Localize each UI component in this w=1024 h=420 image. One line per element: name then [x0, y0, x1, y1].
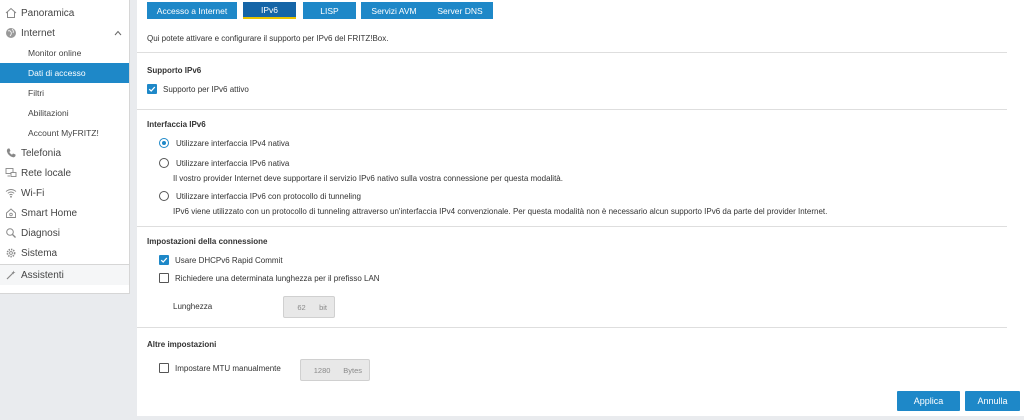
search-icon	[4, 226, 18, 240]
wifi-icon	[4, 186, 18, 200]
sidebar-item-label: Wi-Fi	[21, 187, 45, 199]
interface-ipv6-radio[interactable]	[159, 158, 169, 168]
smart-home-icon	[4, 206, 18, 220]
tab-bar: Accesso a Internet IPv6 LISP Servizi AVM…	[137, 0, 1024, 21]
ipv6-support-checkbox[interactable]	[147, 84, 157, 94]
sidebar-item-assistenti[interactable]: Assistenti	[0, 264, 129, 285]
section-title-support: Supporto IPv6	[147, 66, 202, 75]
prefix-length-row[interactable]: Richiedere una determinata lunghezza per…	[159, 273, 380, 283]
sidebar-subitem-abilitazioni[interactable]: Abilitazioni	[0, 103, 129, 123]
sidebar-subitem-account-myfritz[interactable]: Account MyFRITZ!	[0, 123, 129, 143]
interface-option-label: Utilizzare interfaccia IPv6 con protocol…	[176, 191, 361, 201]
sidebar-item-rete-locale[interactable]: Rete locale	[0, 163, 129, 183]
sidebar-item-label: Assistenti	[21, 269, 64, 281]
interface-option-description: IPv6 viene utilizzato con un protocollo …	[173, 207, 828, 216]
sidebar-item-label: Diagnosi	[21, 227, 60, 239]
prefix-length-checkbox[interactable]	[159, 273, 169, 283]
divider	[137, 109, 1007, 110]
tab-servizi-avm[interactable]: Servizi AVM	[361, 2, 427, 19]
divider	[137, 327, 1007, 328]
sidebar: Panoramica Internet Monitor online Dati …	[0, 0, 130, 294]
check-icon	[160, 257, 168, 263]
divider	[137, 52, 1007, 53]
prefix-length-label: Richiedere una determinata lunghezza per…	[175, 273, 380, 283]
cancel-button[interactable]: Annulla	[965, 391, 1020, 411]
interface-option-label: Utilizzare interfaccia IPv6 nativa	[176, 158, 290, 168]
sidebar-item-label: Panoramica	[21, 7, 75, 19]
sidebar-subitem-monitor-online[interactable]: Monitor online	[0, 43, 129, 63]
mtu-label: Impostare MTU manualmente	[175, 363, 281, 373]
length-label: Lunghezza	[173, 302, 213, 311]
sidebar-item-wifi[interactable]: Wi-Fi	[0, 183, 129, 203]
interface-option-tunnel[interactable]: Utilizzare interfaccia IPv6 con protocol…	[159, 191, 361, 201]
mtu-input[interactable]: 1280 Bytes	[300, 359, 370, 381]
interface-tunnel-radio[interactable]	[159, 191, 169, 201]
check-icon	[148, 86, 156, 92]
apply-button[interactable]: Applica	[897, 391, 960, 411]
ipv6-support-label: Supporto per IPv6 attivo	[163, 84, 249, 94]
interface-option-label: Utilizzare interfaccia IPv4 nativa	[176, 138, 290, 148]
section-title-other: Altre impostazioni	[147, 340, 217, 349]
tab-accesso-a-internet[interactable]: Accesso a Internet	[147, 2, 237, 19]
sidebar-item-diagnosi[interactable]: Diagnosi	[0, 223, 129, 243]
sidebar-item-label: Rete locale	[21, 167, 72, 179]
sidebar-item-label: Sistema	[21, 247, 58, 259]
mtu-unit: Bytes	[343, 365, 362, 375]
section-title-connection: Impostazioni della connessione	[147, 237, 268, 246]
sidebar-item-internet[interactable]: Internet	[0, 23, 129, 43]
sidebar-item-label: Internet	[21, 27, 55, 39]
tab-ipv6[interactable]: IPv6	[243, 2, 296, 19]
length-input[interactable]: 62 bit	[283, 296, 335, 318]
interface-option-ipv6[interactable]: Utilizzare interfaccia IPv6 nativa	[159, 158, 289, 168]
interface-option-description: Il vostro provider Internet deve support…	[173, 174, 563, 183]
ipv6-support-row[interactable]: Supporto per IPv6 attivo	[147, 84, 249, 94]
chevron-up-icon[interactable]	[113, 28, 123, 38]
interface-ipv4-radio[interactable]	[159, 138, 169, 148]
mtu-checkbox[interactable]	[159, 363, 169, 373]
sidebar-item-smart-home[interactable]: Smart Home	[0, 203, 129, 223]
interface-option-ipv4[interactable]: Utilizzare interfaccia IPv4 nativa	[159, 138, 289, 148]
mtu-row[interactable]: Impostare MTU manualmente	[159, 363, 281, 373]
dhcpv6-label: Usare DHCPv6 Rapid Commit	[175, 255, 283, 265]
sidebar-item-panoramica[interactable]: Panoramica	[0, 3, 129, 23]
tab-server-dns[interactable]: Server DNS	[427, 2, 493, 19]
sidebar-subitem-dati-di-accesso[interactable]: Dati di accesso	[0, 63, 129, 83]
network-icon	[4, 166, 18, 180]
dhcpv6-checkbox[interactable]	[159, 255, 169, 265]
sidebar-item-label: Smart Home	[21, 207, 78, 219]
gear-icon	[4, 246, 18, 260]
length-value: 62	[297, 302, 306, 312]
tab-lisp[interactable]: LISP	[303, 2, 356, 19]
section-title-interface: Interfaccia IPv6	[147, 120, 206, 129]
mtu-value: 1280	[313, 365, 331, 375]
globe-icon	[4, 26, 18, 40]
wizard-icon	[4, 268, 18, 282]
home-icon	[4, 6, 18, 20]
sidebar-item-label: Telefonia	[21, 147, 62, 159]
sidebar-subitem-filtri[interactable]: Filtri	[0, 83, 129, 103]
dhcpv6-row[interactable]: Usare DHCPv6 Rapid Commit	[159, 255, 283, 265]
sidebar-item-sistema[interactable]: Sistema	[0, 243, 129, 263]
intro-text: Qui potete attivare e configurare il sup…	[147, 34, 389, 43]
length-unit: bit	[319, 302, 327, 312]
phone-icon	[4, 146, 18, 160]
divider	[137, 226, 1007, 227]
main-panel: Qui potete attivare e configurare il sup…	[137, 21, 1024, 416]
sidebar-item-telefonia[interactable]: Telefonia	[0, 143, 129, 163]
